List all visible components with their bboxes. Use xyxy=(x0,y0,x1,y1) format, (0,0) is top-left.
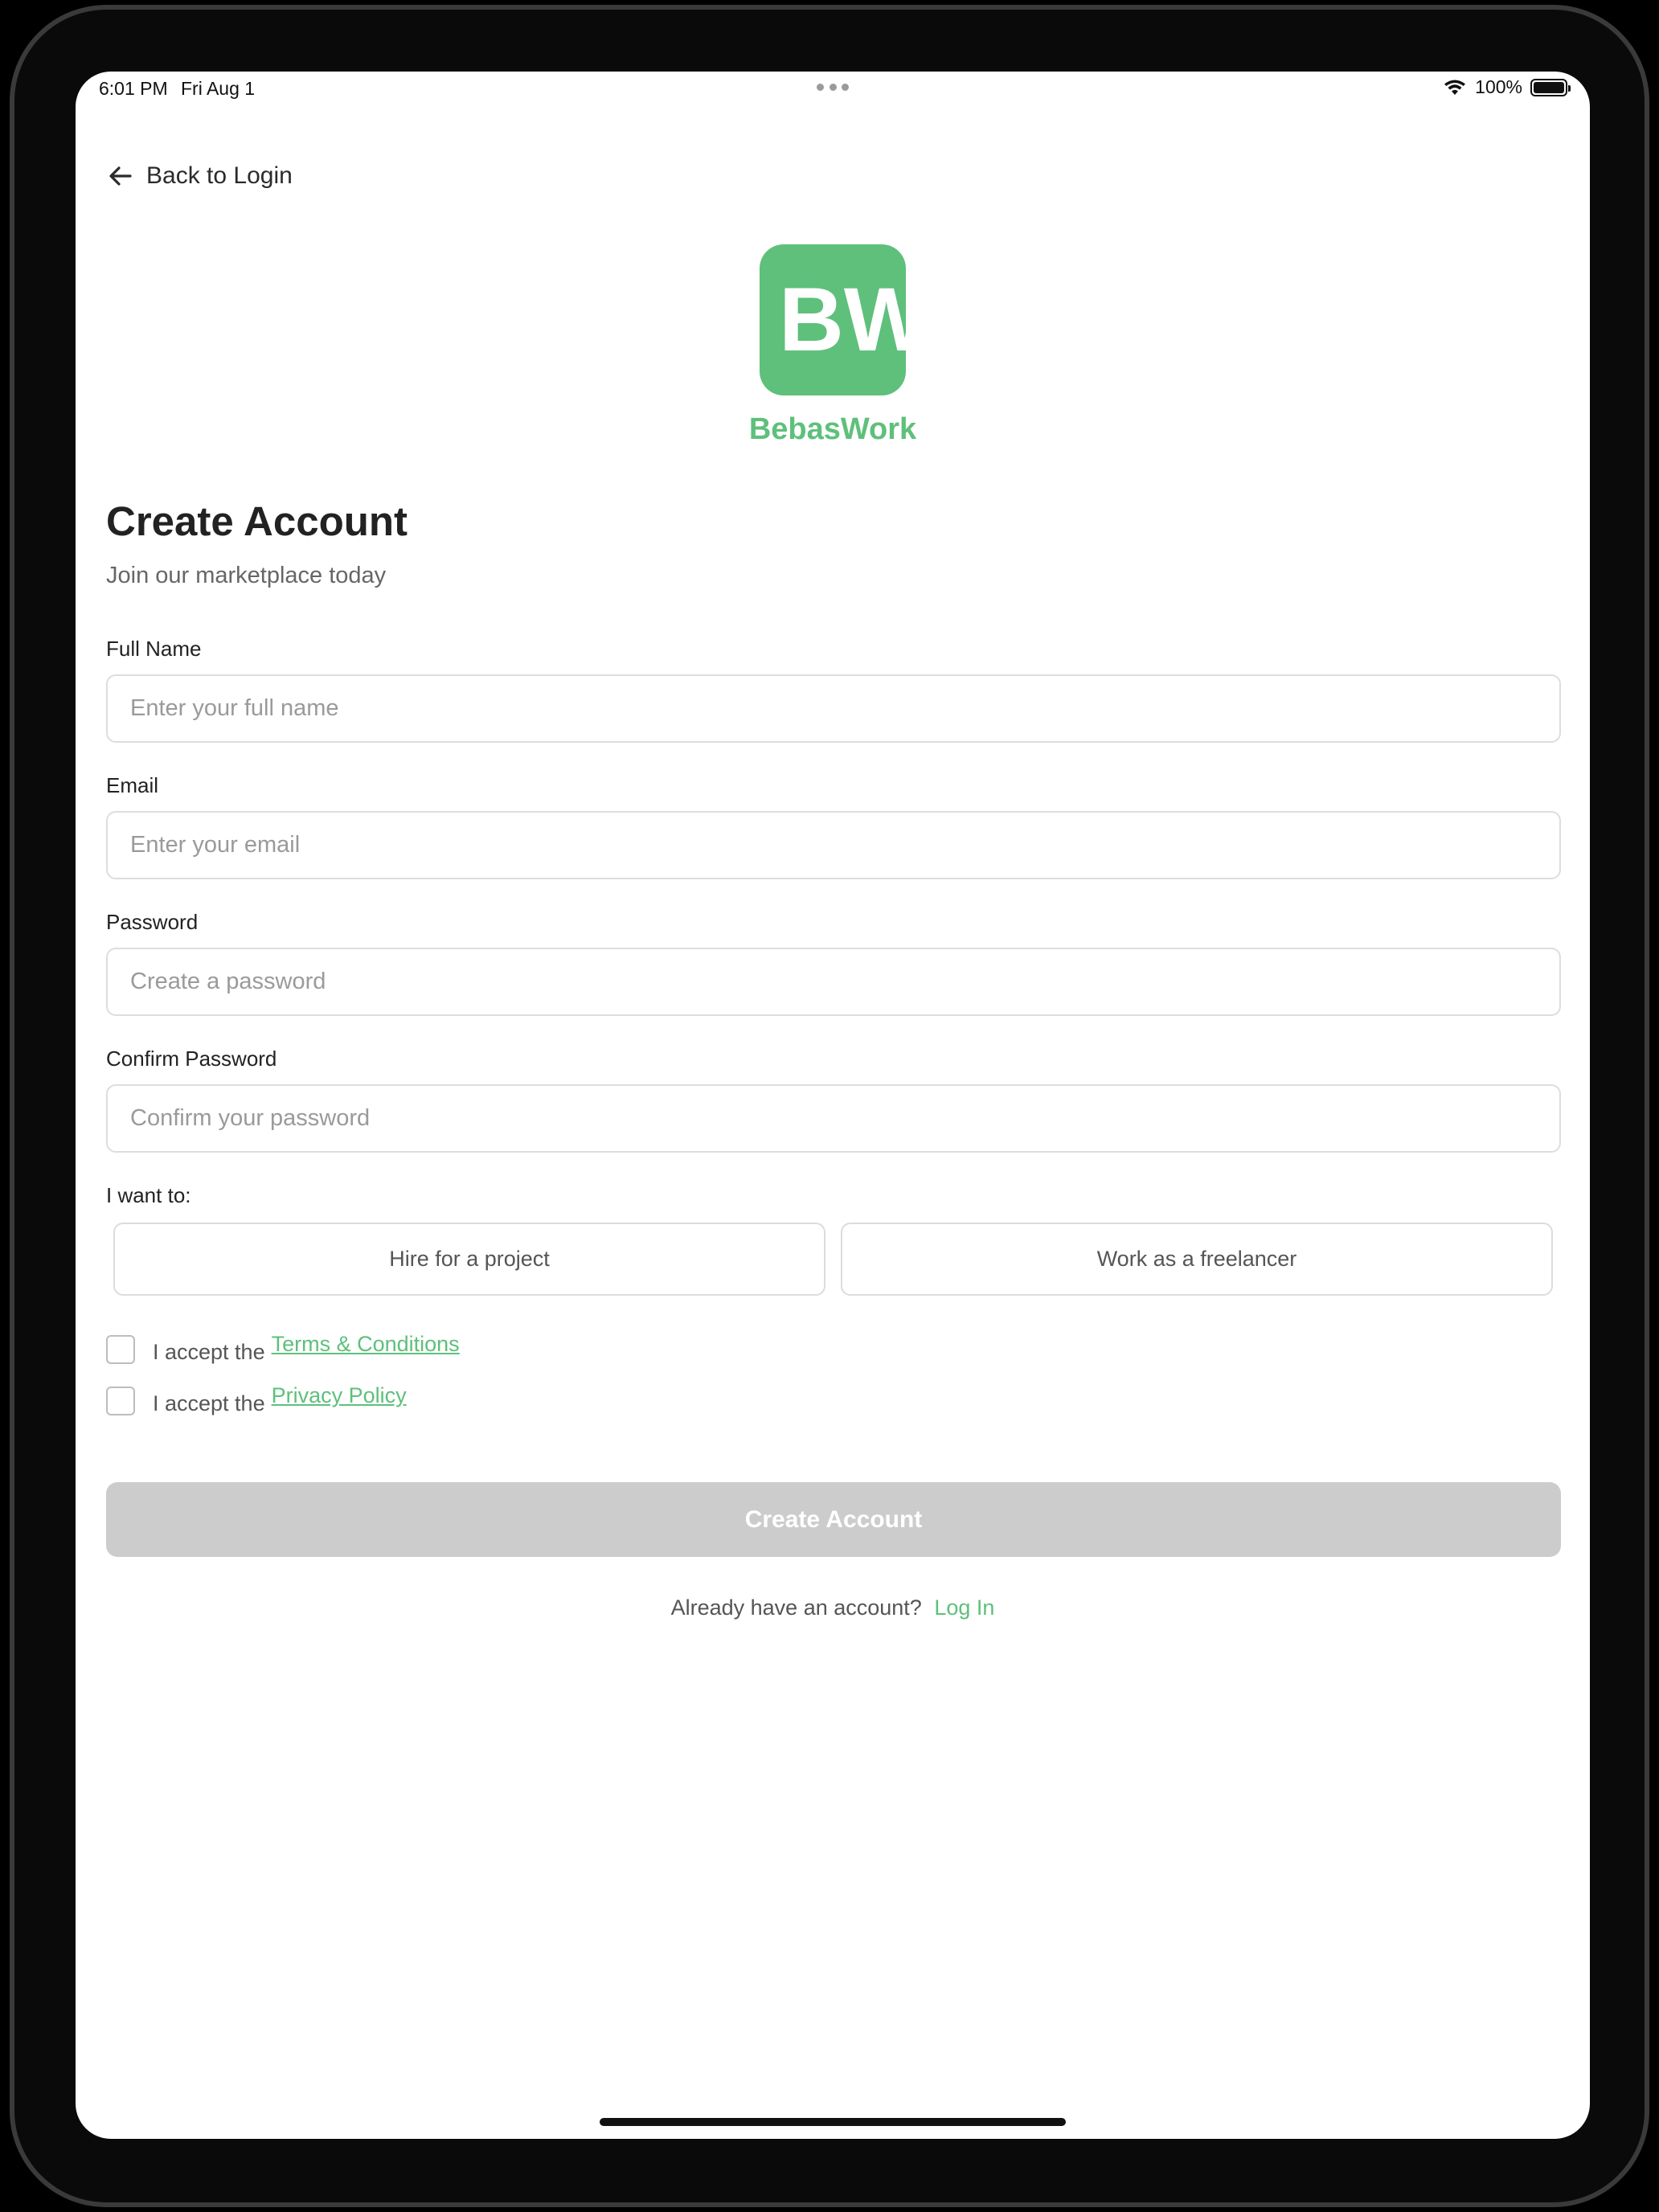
email-label: Email xyxy=(106,773,159,797)
confirm-password-label: Confirm Password xyxy=(106,1047,277,1071)
create-account-button[interactable]: Create Account xyxy=(106,1482,1561,1557)
confirm-password-input[interactable] xyxy=(106,1084,1561,1153)
privacy-row: I accept the Privacy Policy xyxy=(106,1383,407,1416)
multitasking-dots-icon[interactable] xyxy=(817,81,849,92)
arrow-left-icon xyxy=(109,166,132,186)
password-input[interactable] xyxy=(106,948,1561,1016)
terms-link[interactable]: Terms & Conditions xyxy=(272,1332,460,1357)
wifi-icon xyxy=(1444,80,1466,95)
logo-letter-b: BW xyxy=(779,269,906,370)
hire-for-project-button[interactable]: Hire for a project xyxy=(113,1223,825,1296)
page-title: Create Account xyxy=(106,498,408,544)
terms-row: I accept the Terms & Conditions xyxy=(106,1332,460,1365)
password-label: Password xyxy=(106,910,199,934)
full-name-label: Full Name xyxy=(106,637,202,661)
app-screen: 6:01 PM Fri Aug 1 100% Back to Login BW … xyxy=(76,72,1590,2139)
battery-icon xyxy=(1530,78,1571,96)
privacy-prefix: I accept the xyxy=(153,1391,265,1415)
status-time: 6:01 PM xyxy=(99,78,168,99)
log-in-link[interactable]: Log In xyxy=(934,1596,994,1620)
role-label: I want to: xyxy=(106,1183,191,1207)
full-name-input[interactable] xyxy=(106,674,1561,743)
privacy-checkbox[interactable] xyxy=(106,1386,135,1415)
brand-name: BebasWork xyxy=(748,412,917,446)
privacy-link[interactable]: Privacy Policy xyxy=(272,1383,407,1408)
status-bar: 6:01 PM Fri Aug 1 100% xyxy=(76,72,1590,107)
back-to-login-link[interactable]: Back to Login xyxy=(106,162,293,190)
status-indicators: 100% xyxy=(1443,76,1571,98)
home-indicator[interactable] xyxy=(600,2118,1066,2126)
login-prompt: Already have an account? Log In xyxy=(76,1596,1590,1620)
terms-prefix: I accept the xyxy=(153,1340,265,1364)
status-date: Fri Aug 1 xyxy=(181,78,256,99)
terms-checkbox[interactable] xyxy=(106,1334,135,1364)
email-input[interactable] xyxy=(106,811,1561,879)
battery-percentage: 100% xyxy=(1475,76,1522,97)
page-subtitle: Join our marketplace today xyxy=(106,563,387,588)
work-as-freelancer-button[interactable]: Work as a freelancer xyxy=(841,1223,1553,1296)
app-logo: BW xyxy=(760,244,929,395)
login-prompt-text: Already have an account? xyxy=(670,1596,922,1620)
bw-logo-icon: BW xyxy=(779,269,929,370)
back-link-label: Back to Login xyxy=(146,162,293,189)
